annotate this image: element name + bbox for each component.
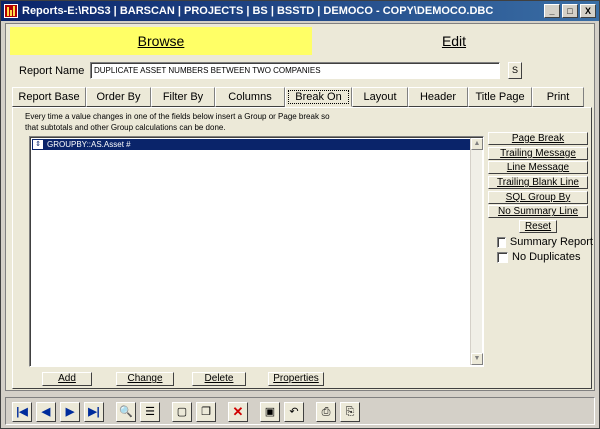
list-view-icon[interactable]: ☰ (140, 402, 160, 422)
find-binoculars-icon[interactable]: 🔍 (116, 402, 136, 422)
undo-icon[interactable]: ↶ (284, 402, 304, 422)
list-item-text: GROUPBY::AS.Asset # (47, 140, 131, 149)
report-name-input[interactable]: DUPLICATE ASSET NUMBERS BETWEEN TWO COMP… (90, 62, 500, 79)
print-preview-icon[interactable]: ⎘ (340, 402, 360, 422)
row-mover-icon[interactable]: ⇕ (33, 140, 43, 149)
report-search-button[interactable]: S (508, 62, 522, 79)
tab-order-by[interactable]: Order By (86, 87, 151, 107)
no-summary-line-button[interactable]: No Summary Line (488, 205, 588, 219)
summary-report-box[interactable] (497, 236, 506, 248)
no-duplicates-box[interactable] (497, 251, 508, 263)
add-button[interactable]: Add (42, 372, 92, 386)
trailing-message-button[interactable]: Trailing Message (488, 146, 588, 160)
break-on-panel: Every time a value changes in one of the… (12, 107, 593, 389)
change-button[interactable]: Change (116, 372, 174, 386)
no-duplicates-checkbox[interactable]: No Duplicates (497, 251, 593, 263)
tab-break-on[interactable]: Break On (285, 87, 352, 107)
tab-print[interactable]: Print (532, 87, 584, 107)
line-message-button[interactable]: Line Message (488, 161, 588, 175)
break-options: Page Break Trailing Message Line Message… (488, 132, 593, 263)
break-on-list[interactable]: ⇕ GROUPBY::AS.Asset # ▲ ▼ (29, 136, 484, 367)
tab-title-page[interactable]: Title Page (468, 87, 532, 107)
copy-record-icon[interactable]: ❐ (196, 402, 216, 422)
break-on-instructions: Every time a value changes in one of the… (25, 112, 330, 132)
print-icon[interactable]: ⎙ (316, 402, 336, 422)
summary-report-checkbox[interactable]: Summary Report (497, 236, 593, 248)
properties-button[interactable]: Properties (268, 372, 324, 386)
minimize-button[interactable]: _ (544, 4, 560, 18)
last-record-icon[interactable]: ▶| (84, 402, 104, 422)
browse-mode-tab[interactable]: Browse (10, 27, 312, 55)
edit-mode-tab[interactable]: Edit (316, 27, 592, 55)
trailing-blank-line-button[interactable]: Trailing Blank Line (488, 176, 588, 190)
tab-header[interactable]: Header (408, 87, 468, 107)
reset-button[interactable]: Reset (519, 220, 557, 234)
record-toolbar: |◀ ◀ ▶ ▶| 🔍 ☰ ▢ ❐ ✕ ▣ ↶ ⎙ ⎘ (5, 397, 595, 425)
first-record-icon[interactable]: |◀ (12, 402, 32, 422)
page-break-button[interactable]: Page Break (488, 132, 588, 145)
vertical-scrollbar[interactable]: ▲ ▼ (470, 138, 483, 365)
scroll-down-icon[interactable]: ▼ (471, 353, 483, 365)
tab-filter-by[interactable]: Filter By (151, 87, 215, 107)
window-title: Reports-E:\RDS3 | BARSCAN | PROJECTS | B… (22, 5, 494, 17)
previous-record-icon[interactable]: ◀ (36, 402, 56, 422)
new-record-icon[interactable]: ▢ (172, 402, 192, 422)
reports-window: Reports-E:\RDS3 | BARSCAN | PROJECTS | B… (0, 0, 600, 429)
delete-button[interactable]: Delete (192, 372, 246, 386)
scroll-up-icon[interactable]: ▲ (471, 138, 483, 150)
title-bar[interactable]: Reports-E:\RDS3 | BARSCAN | PROJECTS | B… (1, 1, 599, 21)
tab-layout[interactable]: Layout (352, 87, 408, 107)
maximize-button[interactable]: □ (562, 4, 578, 18)
next-record-icon[interactable]: ▶ (60, 402, 80, 422)
no-duplicates-label: No Duplicates (512, 251, 581, 264)
app-barcode-icon (4, 4, 18, 18)
tab-report-base[interactable]: Report Base (12, 87, 86, 107)
tab-columns[interactable]: Columns (215, 87, 285, 107)
list-item[interactable]: ⇕ GROUPBY::AS.Asset # (32, 139, 470, 150)
sql-group-by-button[interactable]: SQL Group By (488, 190, 588, 204)
report-tabs: Report Base Order By Filter By Columns B… (12, 87, 592, 107)
report-name-label: Report Name (19, 65, 85, 77)
window-controls: _ □ X (544, 4, 596, 18)
delete-record-icon[interactable]: ✕ (228, 402, 248, 422)
client-area: Browse Edit Report Name DUPLICATE ASSET … (5, 23, 595, 391)
summary-report-label: Summary Report (509, 236, 593, 249)
close-button[interactable]: X (580, 4, 596, 18)
save-icon[interactable]: ▣ (260, 402, 280, 422)
